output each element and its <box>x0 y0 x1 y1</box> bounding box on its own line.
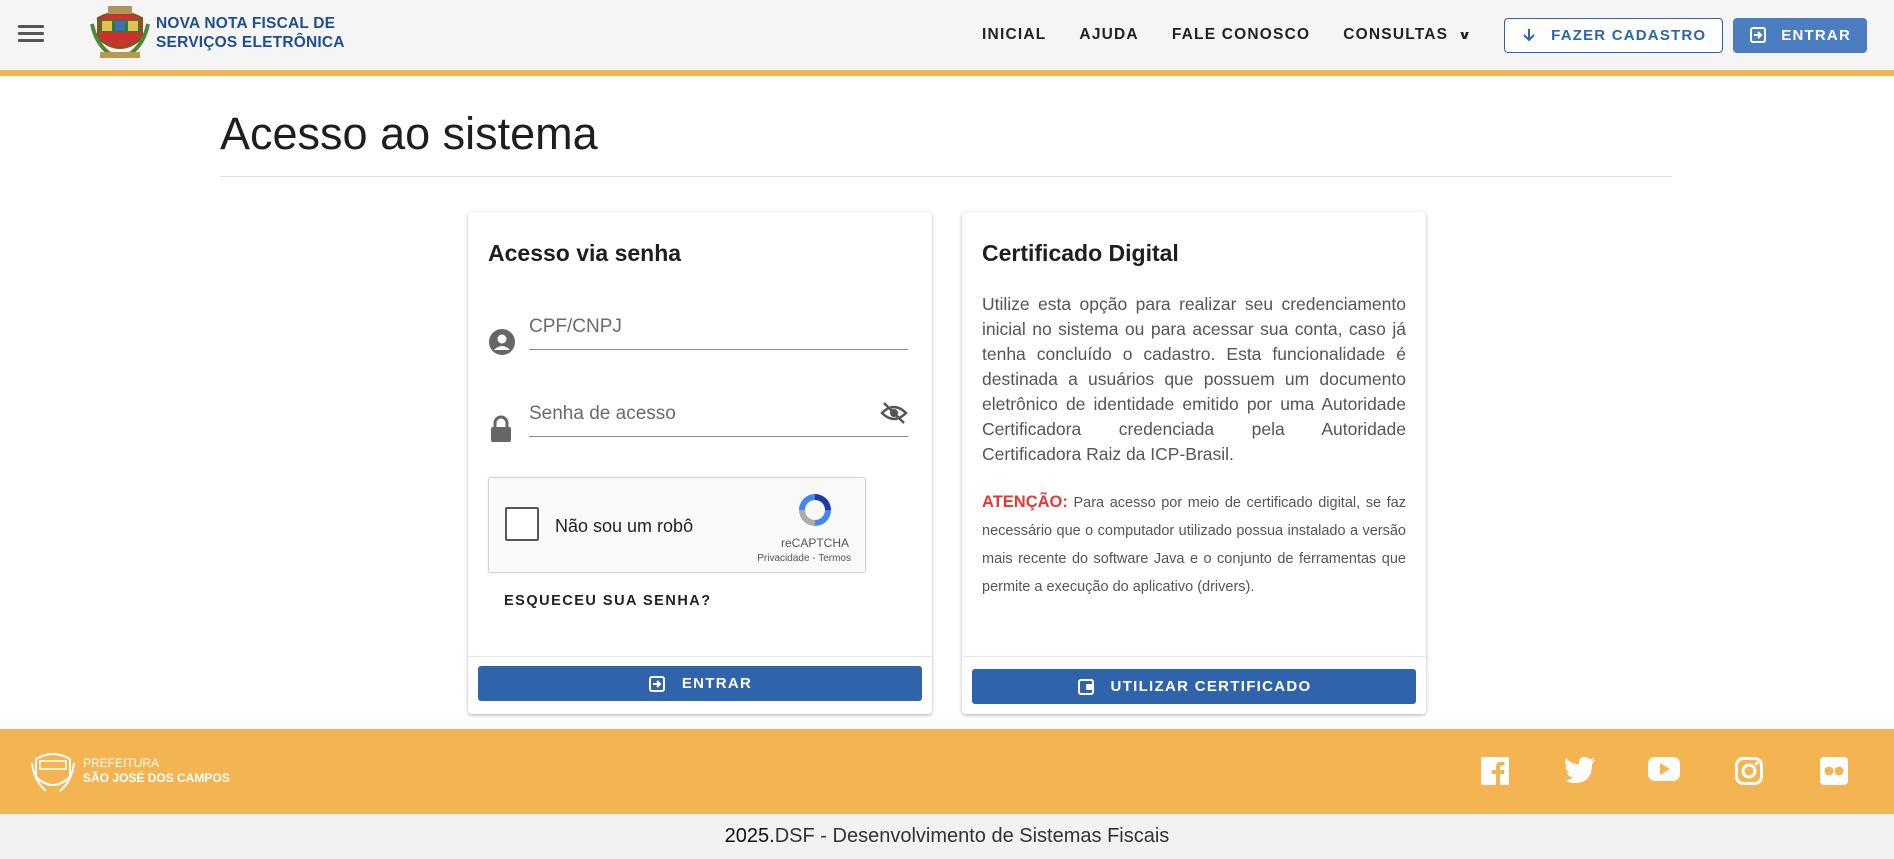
password-login-button[interactable]: ENTRAR <box>478 666 922 701</box>
certificate-description: Utilize esta opção para realizar seu cre… <box>982 294 1406 464</box>
cpf-cnpj-input[interactable] <box>529 312 869 342</box>
certificate-login-card: Certificado Digital Utilize esta opção p… <box>962 212 1426 714</box>
certificate-wallet-icon <box>1077 678 1095 696</box>
nav-inicial[interactable]: INICIAL <box>982 26 1046 44</box>
page-title: Acesso ao sistema <box>220 108 598 159</box>
login-icon <box>648 675 666 693</box>
cpf-cnpj-field <box>529 306 908 350</box>
certificate-card-title: Certificado Digital <box>982 240 1179 266</box>
arrow-down-icon <box>1521 27 1537 43</box>
account-circle-icon <box>488 328 516 361</box>
nav-consultas[interactable]: CONSULTAS ∨ <box>1343 26 1471 44</box>
copyright-text: DSF - Desenvolvimento de Sistemas Fiscai… <box>774 825 1170 847</box>
nav-fale-conosco[interactable]: FALE CONOSCO <box>1172 26 1310 44</box>
city-coat-of-arms-logo[interactable] <box>90 4 150 60</box>
facebook-icon[interactable] <box>1481 757 1509 790</box>
brand-line-1: NOVA NOTA FISCAL DE <box>156 15 336 32</box>
recaptcha-checkbox[interactable] <box>505 507 539 541</box>
use-certificate-label: UTILIZAR CERTIFICADO <box>1110 678 1312 695</box>
login-icon <box>1749 26 1767 44</box>
password-login-card: Acesso via senha Não sou um robô reCAPTC… <box>468 212 932 714</box>
certificate-attention: ATENÇÃO: Para acesso por meio de certifi… <box>982 488 1406 601</box>
brand-title: NOVA NOTA FISCAL DE SERVIÇOS ELETRÔNICA <box>156 14 345 52</box>
register-button-label: FAZER CADASTRO <box>1551 26 1707 44</box>
header-login-button[interactable]: ENTRAR <box>1733 17 1867 53</box>
copyright-year: 2025. <box>724 825 775 847</box>
brand-line-2: SERVIÇOS ELETRÔNICA <box>156 34 345 51</box>
password-field <box>529 393 908 437</box>
password-login-label: ENTRAR <box>681 675 753 692</box>
password-card-divider <box>468 656 932 657</box>
footer: PREFEITURA SÃO JOSÉ DOS CAMPOS <box>0 729 1894 814</box>
copyright-bar: 2025.DSF - Desenvolvimento de Sistemas F… <box>0 814 1894 859</box>
nav-ajuda[interactable]: AJUDA <box>1079 26 1138 44</box>
prefeitura-logo[interactable] <box>30 749 76 795</box>
recaptcha-label: Não sou um robô <box>555 516 694 536</box>
recaptcha-brand: reCAPTCHA <box>780 536 849 550</box>
lock-icon <box>488 415 514 448</box>
title-divider <box>220 176 1672 177</box>
password-input[interactable] <box>529 399 869 429</box>
header-login-label: ENTRAR <box>1781 26 1851 44</box>
password-card-title: Acesso via senha <box>488 240 682 266</box>
attention-label: ATENÇÃO: <box>982 493 1068 511</box>
footer-brand-line-1: PREFEITURA <box>83 756 160 770</box>
register-button[interactable]: FAZER CADASTRO <box>1504 17 1724 53</box>
instagram-icon[interactable] <box>1735 757 1763 790</box>
youtube-icon[interactable] <box>1648 757 1680 786</box>
chevron-down-icon: ∨ <box>1458 28 1474 42</box>
footer-brand-line-2: SÃO JOSÉ DOS CAMPOS <box>83 771 230 785</box>
twitter-icon[interactable] <box>1565 757 1595 788</box>
visibility-off-icon[interactable] <box>880 401 908 430</box>
recaptcha-widget: Não sou um robô reCAPTCHA Privacidade - … <box>488 477 866 573</box>
forgot-password-link[interactable]: ESQUECEU SUA SENHA? <box>504 593 712 609</box>
certificate-card-divider <box>962 656 1426 657</box>
top-header: NOVA NOTA FISCAL DE SERVIÇOS ELETRÔNICA … <box>0 0 1894 76</box>
recaptcha-links[interactable]: Privacidade - Termos <box>757 553 851 564</box>
nav-consultas-label: CONSULTAS <box>1343 26 1449 43</box>
footer-brand: PREFEITURA SÃO JOSÉ DOS CAMPOS <box>83 756 230 786</box>
use-certificate-button[interactable]: UTILIZAR CERTIFICADO <box>972 669 1416 704</box>
flickr-icon[interactable] <box>1820 757 1848 790</box>
hamburger-menu-icon[interactable] <box>18 22 44 48</box>
recaptcha-logo-icon <box>795 490 835 535</box>
top-nav: INICIAL AJUDA FALE CONOSCO CONSULTAS ∨ F… <box>982 0 1894 70</box>
